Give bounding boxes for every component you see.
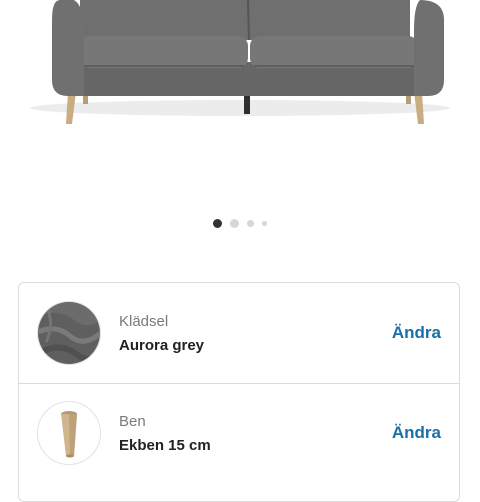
- carousel-dot-4[interactable]: [262, 220, 267, 226]
- carousel-indicator: [0, 216, 480, 230]
- carousel-dot-1[interactable]: [213, 218, 222, 228]
- product-options-card: Klädsel Aurora grey Ändra Ben Ekben 15 c…: [18, 282, 460, 502]
- product-image[interactable]: [0, 0, 480, 200]
- sofa-image: [30, 0, 450, 124]
- option-row-legs[interactable]: Ben Ekben 15 cm Ändra: [19, 383, 459, 483]
- option-row-upholstery[interactable]: Klädsel Aurora grey Ändra: [19, 283, 459, 384]
- option-value: Ekben 15 cm: [119, 437, 211, 454]
- carousel-dot-3[interactable]: [247, 219, 254, 227]
- fabric-swatch-icon: [37, 301, 101, 365]
- option-label: Ben: [119, 413, 146, 430]
- change-upholstery-button[interactable]: Ändra: [392, 323, 441, 343]
- option-label: Klädsel: [119, 313, 169, 330]
- wooden-leg-icon: [37, 401, 101, 465]
- option-value: Aurora grey: [119, 337, 205, 354]
- carousel-dot-2[interactable]: [230, 218, 239, 228]
- change-legs-button[interactable]: Ändra: [392, 423, 441, 443]
